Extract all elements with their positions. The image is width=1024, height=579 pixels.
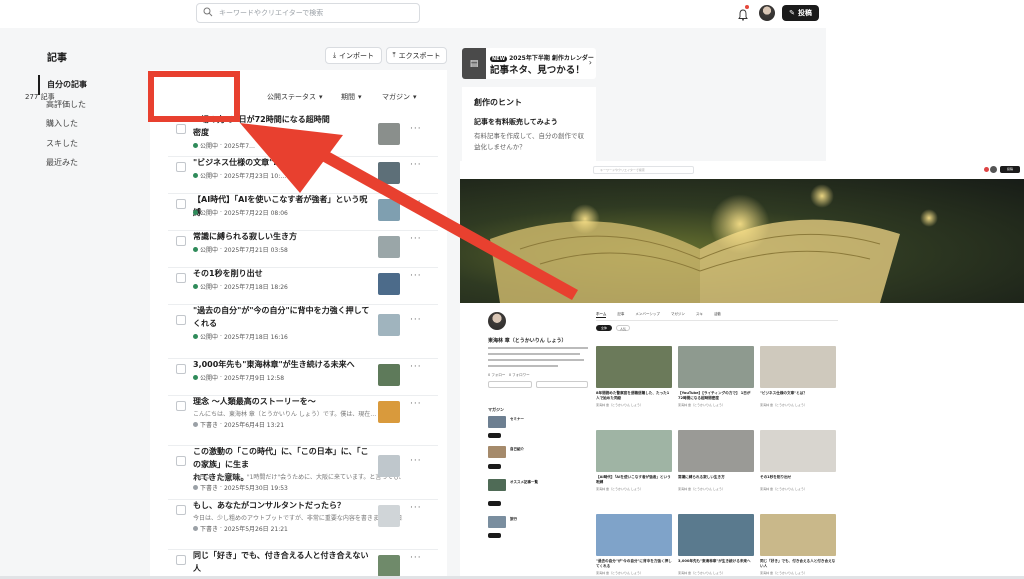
arrow-shaft	[320, 150, 578, 300]
red-arrow	[240, 123, 578, 300]
